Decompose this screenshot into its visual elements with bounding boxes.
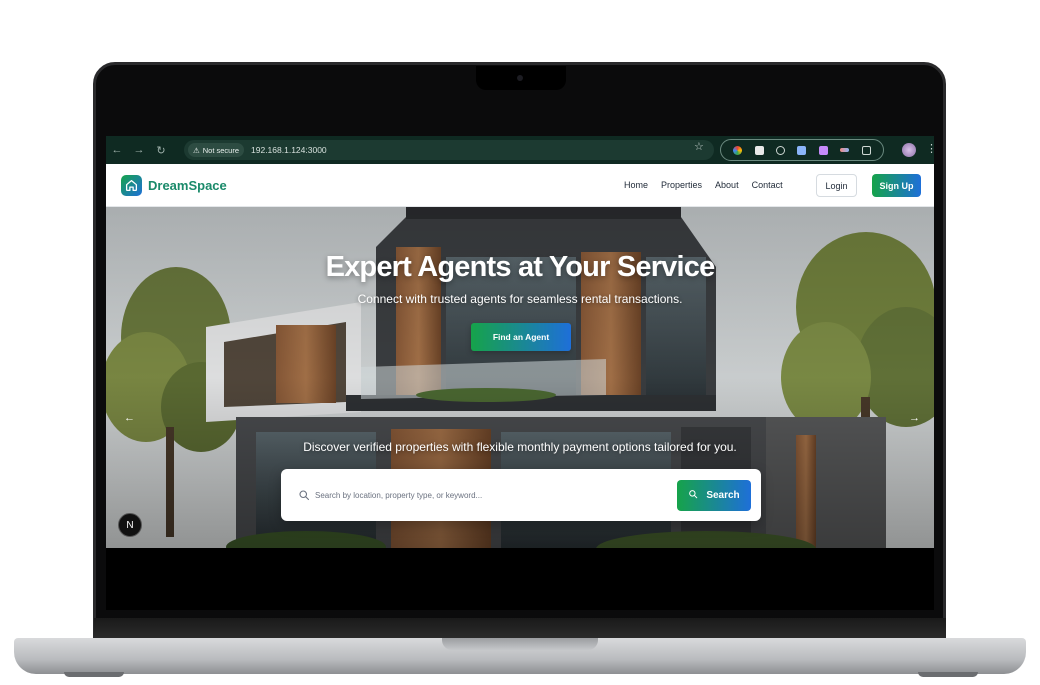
search-icon xyxy=(298,488,310,506)
browser-menu-icon[interactable]: ⋮ xyxy=(926,142,934,155)
search-button-label: Search xyxy=(706,490,740,501)
nav-link-home[interactable]: Home xyxy=(624,180,648,190)
screen-bezel xyxy=(106,548,934,610)
discover-text: Discover verified properties with flexib… xyxy=(303,440,737,454)
nextjs-badge[interactable]: N xyxy=(118,513,142,537)
screenshot-extension-icon[interactable] xyxy=(797,145,807,155)
search-button-icon xyxy=(688,489,698,502)
brand-name[interactable]: DreamSpace xyxy=(148,178,227,193)
carousel-prev-arrow-icon[interactable]: ← xyxy=(124,412,135,424)
reload-icon[interactable]: ↻ xyxy=(150,144,172,157)
color-picker-extension-icon[interactable] xyxy=(733,145,743,155)
camera-notch xyxy=(476,66,566,90)
hero-section: Expert Agents at Your Service Connect wi… xyxy=(106,207,934,548)
url-text[interactable]: 192.168.1.124:3000 xyxy=(251,145,327,155)
site-navbar: DreamSpace Home Properties About Contact… xyxy=(106,164,934,207)
address-bar[interactable]: ⚠ Not secure 192.168.1.124:3000 xyxy=(184,140,714,160)
camera-icon xyxy=(517,75,523,81)
browser-window: ← → ↻ ⚠ Not secure 192.168.1.124:3000 ☆ … xyxy=(106,136,934,548)
nav-link-about[interactable]: About xyxy=(715,180,739,190)
record-extension-icon[interactable] xyxy=(776,145,786,155)
warning-triangle-icon: ⚠ xyxy=(193,145,200,155)
security-chip[interactable]: ⚠ Not secure xyxy=(188,143,245,157)
carousel-next-arrow-icon[interactable]: → xyxy=(909,412,920,424)
ruler-extension-icon[interactable] xyxy=(840,148,850,152)
nav-links: Home Properties About Contact xyxy=(624,180,783,190)
bookmark-star-icon[interactable]: ☆ xyxy=(694,140,704,153)
extensions-tray xyxy=(720,139,884,161)
puzzle-extensions-icon[interactable] xyxy=(861,145,871,155)
browser-toolbar: ← → ↻ ⚠ Not secure 192.168.1.124:3000 ☆ … xyxy=(106,136,934,164)
laptop-foot-right xyxy=(918,672,978,677)
forward-arrow-icon[interactable]: → xyxy=(128,144,150,156)
login-button[interactable]: Login xyxy=(816,174,857,197)
signup-button[interactable]: Sign Up xyxy=(872,174,921,197)
nav-link-properties[interactable]: Properties xyxy=(661,180,702,190)
laptop-foot-left xyxy=(64,672,124,677)
notes-extension-icon[interactable] xyxy=(754,145,764,155)
profile-avatar[interactable] xyxy=(902,143,916,157)
search-card: Search xyxy=(281,469,761,521)
laptop-base-notch xyxy=(442,638,598,650)
home-logo-icon[interactable] xyxy=(121,175,142,196)
search-button[interactable]: Search xyxy=(677,480,751,511)
hero-title: Expert Agents at Your Service xyxy=(325,251,716,283)
nav-link-contact[interactable]: Contact xyxy=(752,180,783,190)
find-agent-button[interactable]: Find an Agent xyxy=(471,323,571,351)
security-label: Not secure xyxy=(202,145,240,155)
search-input[interactable] xyxy=(315,485,665,505)
back-arrow-icon[interactable]: ← xyxy=(106,144,128,156)
hero-subtitle: Connect with trusted agents for seamless… xyxy=(357,292,683,306)
gallery-extension-icon[interactable] xyxy=(818,145,828,155)
laptop-hinge xyxy=(94,618,946,640)
